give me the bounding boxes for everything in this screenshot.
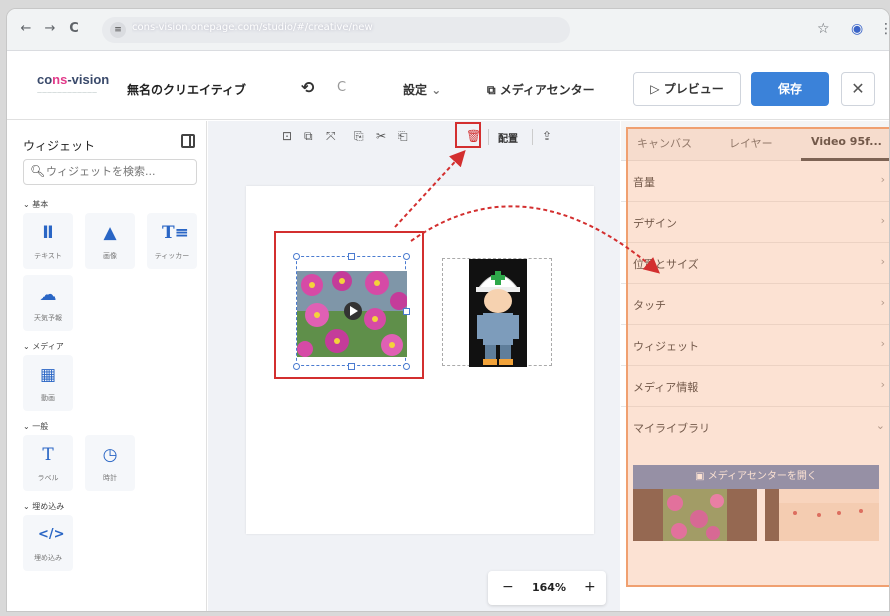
widget-clock[interactable]: ◷ 時計: [85, 435, 135, 491]
media-center-icon: ⧉: [487, 83, 496, 97]
preview-button[interactable]: ▷ プレビュー: [633, 72, 741, 106]
logo: cons-vision: [37, 72, 110, 87]
document-title[interactable]: 無名のクリエイティブ: [127, 81, 246, 98]
logo-tagline: ————————————: [37, 90, 97, 96]
widget-sidebar: ウィジェット 🔍︎ ⌄ 基本 Ⅱ テキスト ▲ 画像 T≡ ティッカー ☁ 天気…: [7, 121, 207, 611]
search-icon: 🔍︎: [30, 164, 46, 178]
row-widget[interactable]: ウィジェット ›: [621, 325, 889, 366]
chevron-down-icon: ⌄: [875, 419, 885, 432]
close-button[interactable]: ✕: [841, 72, 875, 106]
row-volume[interactable]: 音量 ›: [621, 161, 889, 202]
row-media-info[interactable]: メディア情報 ›: [621, 366, 889, 407]
edit-toolbar: ⊡ ⧉ ⤧ ⎘ ✂ ⎗ 🗑︎ 配置 ⇪: [208, 121, 620, 153]
media-center-button[interactable]: ⧉ メディアセンター: [487, 81, 595, 98]
ticker-widget-icon: T≡: [162, 223, 189, 243]
play-icon: ▷: [650, 82, 660, 96]
clock-icon: ◷: [102, 445, 118, 465]
weather-widget-icon: ☁: [39, 285, 57, 305]
site-info-icon[interactable]: ≡: [110, 22, 126, 38]
worker-image: [469, 259, 527, 367]
widget-embed[interactable]: </> 埋め込み: [23, 515, 73, 571]
delete-highlight-box: [455, 122, 481, 148]
settings-button[interactable]: 設定 ⌄: [403, 81, 441, 98]
row-touch[interactable]: タッチ ›: [621, 284, 889, 325]
row-position-size[interactable]: 位置とサイズ ›: [621, 243, 889, 284]
back-icon[interactable]: ←: [17, 20, 35, 38]
video-selection-highlight: [274, 231, 424, 379]
widget-ticker[interactable]: T≡ ティッカー: [147, 213, 197, 269]
label-widget-icon: T: [42, 445, 54, 465]
forward-icon[interactable]: →: [41, 20, 59, 38]
arrange-button[interactable]: 配置: [498, 130, 518, 145]
address-bar[interactable]: ≡ cons-vision.onepage.com/studio/#/creat…: [102, 17, 570, 43]
code-icon: </>: [38, 527, 65, 542]
save-button[interactable]: 保存: [751, 72, 829, 106]
url-text: cons-vision.onepage.com/studio/#/creativ…: [132, 22, 373, 33]
media-thumbnails: [633, 489, 879, 541]
toolbar-divider: [488, 129, 489, 145]
chevron-right-icon: ›: [880, 214, 885, 227]
widget-text[interactable]: Ⅱ テキスト: [23, 213, 73, 269]
section-basic[interactable]: ⌄ 基本: [23, 199, 48, 210]
zoom-level: 164%: [532, 581, 566, 594]
widget-weather[interactable]: ☁ 天気予報: [23, 275, 73, 331]
section-general[interactable]: ⌄ 一般: [23, 421, 48, 432]
zoom-in-button[interactable]: +: [584, 579, 596, 595]
duplicate-icon[interactable]: ⎘: [354, 129, 364, 144]
sidebar-title: ウィジェット: [23, 139, 96, 153]
browser-toolbar: ← → C ≡ cons-vision.onepage.com/studio/#…: [7, 9, 889, 51]
paste-icon[interactable]: ⎗: [398, 129, 408, 144]
settings-label: 設定: [403, 83, 428, 97]
image-widget[interactable]: [442, 258, 552, 367]
search-input[interactable]: [46, 165, 186, 178]
image-widget-icon: ▲: [103, 223, 117, 243]
group-icon[interactable]: ⊡: [282, 129, 292, 143]
section-embed[interactable]: ⌄ 埋め込み: [23, 501, 64, 512]
tab-video[interactable]: Video 95f...: [811, 135, 882, 148]
widget-search[interactable]: 🔍︎: [23, 159, 197, 185]
app-header: cons-vision ———————————— 無名のクリエイティブ ⟲ C …: [7, 52, 889, 120]
chevron-right-icon: ›: [880, 296, 885, 309]
media-center-label: メディアセンター: [499, 83, 595, 97]
chevron-right-icon: ›: [880, 378, 885, 391]
ungroup-icon[interactable]: ⧉: [304, 129, 313, 144]
open-media-center-button[interactable]: ▣ メディアセンターを開く: [633, 465, 879, 489]
row-design[interactable]: デザイン ›: [621, 202, 889, 243]
chevron-down-icon: ⌄: [431, 83, 442, 97]
row-my-library[interactable]: マイライブラリ ⌄: [621, 407, 889, 448]
widget-label[interactable]: T ラベル: [23, 435, 73, 491]
properties-panel: キャンバス レイヤー Video 95f... 音量 › デザイン › 位置とサイズ…: [621, 121, 889, 611]
chevron-right-icon: ›: [880, 173, 885, 186]
chevron-right-icon: ›: [880, 337, 885, 350]
video-widget-icon: ▦: [39, 365, 57, 385]
zoom-control: − 164% +: [488, 571, 606, 605]
tab-layers[interactable]: レイヤー: [729, 135, 773, 151]
chevron-right-icon: ›: [880, 255, 885, 268]
widget-image[interactable]: ▲ 画像: [85, 213, 135, 269]
reload-icon[interactable]: C: [65, 20, 83, 38]
section-media[interactable]: ⌄ メディア: [23, 341, 64, 352]
undo-icon[interactable]: ⟲: [301, 78, 314, 97]
text-widget-icon: Ⅱ: [42, 223, 54, 243]
redo-icon[interactable]: C: [337, 80, 346, 95]
profile-icon[interactable]: ◉: [851, 21, 863, 37]
library-thumbnails: [633, 489, 879, 541]
share-icon[interactable]: ⇪: [542, 129, 552, 143]
cut-icon[interactable]: ✂: [376, 129, 386, 143]
zoom-out-button[interactable]: −: [502, 579, 514, 595]
bookmark-star-icon[interactable]: ☆: [817, 21, 830, 37]
menu-icon[interactable]: ⋮: [879, 21, 889, 37]
fit-icon[interactable]: ⤧: [326, 129, 336, 144]
folder-icon: ▣: [695, 471, 705, 482]
tab-canvas[interactable]: キャンバス: [637, 135, 692, 151]
panel-tabs: キャンバス レイヤー Video 95f...: [621, 121, 889, 161]
browser-window: ← → C ≡ cons-vision.onepage.com/studio/#…: [6, 8, 890, 612]
toolbar-divider: [532, 129, 533, 145]
sidebar-collapse-icon[interactable]: [181, 134, 195, 148]
widget-video[interactable]: ▦ 動画: [23, 355, 73, 411]
